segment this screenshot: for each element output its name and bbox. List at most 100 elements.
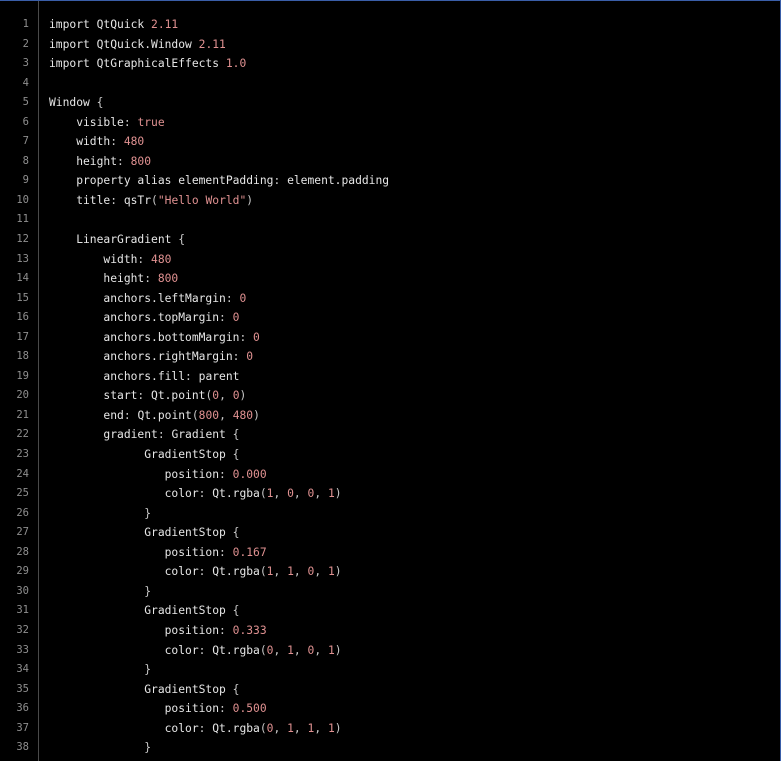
code-token: Qt.point xyxy=(151,389,206,403)
code-token: 0 xyxy=(232,311,240,325)
code-token: : xyxy=(273,174,288,188)
line-text[interactable]: visible: true xyxy=(49,113,164,133)
code-line[interactable]: 31 GradientStop { xyxy=(0,601,780,621)
code-line[interactable]: 30 } xyxy=(0,582,780,602)
line-text[interactable]: import QtGraphicalEffects 1.0 xyxy=(49,54,246,74)
line-text[interactable]: anchors.bottomMargin: 0 xyxy=(49,328,259,348)
code-line[interactable]: 27 GradientStop { xyxy=(0,523,780,543)
code-token: position xyxy=(49,467,220,481)
code-line[interactable]: 8 height: 800 xyxy=(0,152,780,172)
code-line[interactable]: 36 position: 0.500 xyxy=(0,699,780,719)
code-token: ( xyxy=(151,193,158,207)
code-line[interactable]: 23 GradientStop { xyxy=(0,445,780,465)
code-line[interactable]: 12 LinearGradient { xyxy=(0,230,780,250)
line-text[interactable]: Window { xyxy=(49,93,103,113)
code-token: width xyxy=(49,252,138,266)
code-token: { xyxy=(232,682,240,696)
code-token: visible xyxy=(49,115,124,129)
code-line[interactable]: 28 position: 0.167 xyxy=(0,543,780,563)
code-token: : xyxy=(123,115,138,129)
code-view[interactable]: 1 import QtQuick 2.11 2 import QtQuick.Wind… xyxy=(0,15,780,758)
line-text[interactable]: } xyxy=(49,582,151,602)
line-text[interactable]: position: 0.000 xyxy=(49,465,267,485)
line-text[interactable]: GradientStop { xyxy=(49,523,239,543)
line-text[interactable]: width: 480 xyxy=(49,250,171,270)
code-line[interactable]: 14 height: 800 xyxy=(0,269,780,289)
code-line[interactable]: 18 anchors.rightMargin: 0 xyxy=(0,347,780,367)
code-line[interactable]: 29 color: Qt.rgba(1, 1, 0, 1) xyxy=(0,562,780,582)
line-text[interactable]: anchors.rightMargin: 0 xyxy=(49,347,253,367)
code-line[interactable]: 38 } xyxy=(0,738,780,758)
code-line[interactable]: 32 position: 0.333 xyxy=(0,621,780,641)
line-text[interactable]: anchors.fill: parent xyxy=(49,367,239,387)
line-text[interactable]: property alias elementPadding: element.p… xyxy=(49,171,389,191)
code-line[interactable]: 37 color: Qt.rgba(0, 1, 1, 1) xyxy=(0,719,780,739)
code-line[interactable]: 11 xyxy=(0,210,780,230)
line-text[interactable]: LinearGradient { xyxy=(49,230,185,250)
line-number: 10 xyxy=(16,193,29,206)
code-token: : xyxy=(157,428,172,442)
line-text[interactable]: color: Qt.rgba(0, 1, 0, 1) xyxy=(49,641,342,661)
line-text[interactable]: } xyxy=(49,504,151,524)
line-text[interactable]: gradient: Gradient { xyxy=(49,425,239,445)
line-text[interactable]: position: 0.333 xyxy=(49,621,267,641)
line-text[interactable]: } xyxy=(49,660,151,680)
line-text[interactable]: color: Qt.rgba(1, 1, 0, 1) xyxy=(49,562,342,582)
line-text[interactable]: import QtQuick.Window 2.11 xyxy=(49,35,226,55)
line-number: 13 xyxy=(16,252,29,265)
code-line[interactable]: 26 } xyxy=(0,504,780,524)
line-text[interactable]: } xyxy=(49,738,151,758)
code-line[interactable]: 16 anchors.topMargin: 0 xyxy=(0,308,780,328)
line-text[interactable]: GradientStop { xyxy=(49,445,239,465)
code-line[interactable]: 34 } xyxy=(0,660,780,680)
code-token: ( xyxy=(191,408,199,422)
code-line[interactable]: 22 gradient: Gradient { xyxy=(0,425,780,445)
line-number: 15 xyxy=(16,291,29,304)
line-text[interactable]: GradientStop { xyxy=(49,680,239,700)
code-token: color xyxy=(49,721,199,735)
code-line[interactable]: 10 title: qsTr("Hello World") xyxy=(0,191,780,211)
line-text[interactable]: start: Qt.point(0, 0) xyxy=(49,386,246,406)
code-line[interactable]: 15 anchors.leftMargin: 0 xyxy=(0,289,780,309)
line-text[interactable]: height: 800 xyxy=(49,269,178,289)
code-line[interactable]: 6 visible: true xyxy=(0,113,780,133)
code-line[interactable]: 13 width: 480 xyxy=(0,250,780,270)
code-line[interactable]: 4 xyxy=(0,74,780,94)
code-line[interactable]: 5 Window { xyxy=(0,93,780,113)
line-text[interactable]: color: Qt.rgba(1, 0, 0, 1) xyxy=(49,484,342,504)
line-text[interactable]: anchors.topMargin: 0 xyxy=(49,308,239,328)
code-token: import QtGraphicalEffects xyxy=(49,57,226,71)
line-text[interactable]: anchors.leftMargin: 0 xyxy=(49,289,246,309)
code-line[interactable]: 25 color: Qt.rgba(1, 0, 0, 1) xyxy=(0,484,780,504)
code-line[interactable]: 1 import QtQuick 2.11 xyxy=(0,15,780,35)
code-line[interactable]: 35 GradientStop { xyxy=(0,680,780,700)
line-text[interactable]: position: 0.167 xyxy=(49,543,267,563)
line-text[interactable]: import QtQuick 2.11 xyxy=(49,15,178,35)
code-line[interactable]: 2 import QtQuick.Window 2.11 xyxy=(0,35,780,55)
code-line[interactable]: 19 anchors.fill: parent xyxy=(0,367,780,387)
code-line[interactable]: 17 anchors.bottomMargin: 0 xyxy=(0,328,780,348)
code-line[interactable]: 7 width: 480 xyxy=(0,132,780,152)
code-line[interactable]: 21 end: Qt.point(800, 480) xyxy=(0,406,780,426)
code-token: { xyxy=(96,96,104,110)
line-text[interactable]: position: 0.500 xyxy=(49,699,267,719)
code-token: 1 xyxy=(327,643,335,657)
code-line[interactable]: 3 import QtGraphicalEffects 1.0 xyxy=(0,54,780,74)
line-text[interactable]: end: Qt.point(800, 480) xyxy=(49,406,260,426)
line-text[interactable]: color: Qt.rgba(0, 1, 1, 1) xyxy=(49,719,342,739)
line-number: 14 xyxy=(16,272,29,285)
line-number: 4 xyxy=(22,76,29,89)
line-text[interactable]: title: qsTr("Hello World") xyxy=(49,191,253,211)
code-line[interactable]: 24 position: 0.000 xyxy=(0,465,780,485)
line-text[interactable]: height: 800 xyxy=(49,152,151,172)
code-line[interactable]: 20 start: Qt.point(0, 0) xyxy=(0,386,780,406)
code-line[interactable]: 33 color: Qt.rgba(0, 1, 0, 1) xyxy=(0,641,780,661)
line-text[interactable]: GradientStop { xyxy=(49,601,239,621)
line-text[interactable]: width: 480 xyxy=(49,132,144,152)
code-line[interactable]: 9 property alias elementPadding: element… xyxy=(0,171,780,191)
code-token: : xyxy=(219,311,233,325)
code-editor[interactable]: 1 import QtQuick 2.11 2 import QtQuick.Wind… xyxy=(0,0,781,761)
code-token: 800 xyxy=(198,408,220,422)
